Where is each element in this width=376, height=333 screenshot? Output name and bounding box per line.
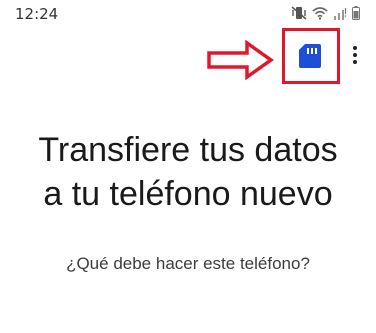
- wifi-icon: [312, 6, 328, 20]
- more-vert-dot: [353, 60, 357, 64]
- title-line-2: a tu teléfono nuevo: [43, 175, 333, 213]
- question-text: ¿Qué debe hacer este teléfono?: [66, 254, 310, 273]
- status-icons: [291, 6, 360, 20]
- sd-card-icon: [299, 44, 321, 68]
- mute-vibrate-icon: [291, 6, 307, 20]
- battery-icon: [352, 6, 360, 20]
- title-line-1: Transfiere tus datos: [38, 131, 338, 169]
- signal-icon: [334, 7, 347, 20]
- more-options-button[interactable]: [346, 40, 364, 70]
- status-bar: 12:24: [0, 0, 376, 28]
- annotation-arrow: [207, 40, 275, 80]
- page-title: Transfiere tus datos a tu teléfono nuevo: [0, 128, 376, 216]
- status-time: 12:24: [15, 5, 59, 23]
- sd-card-button[interactable]: [298, 43, 322, 69]
- more-vert-dot: [353, 53, 357, 57]
- more-vert-icon: [353, 46, 357, 50]
